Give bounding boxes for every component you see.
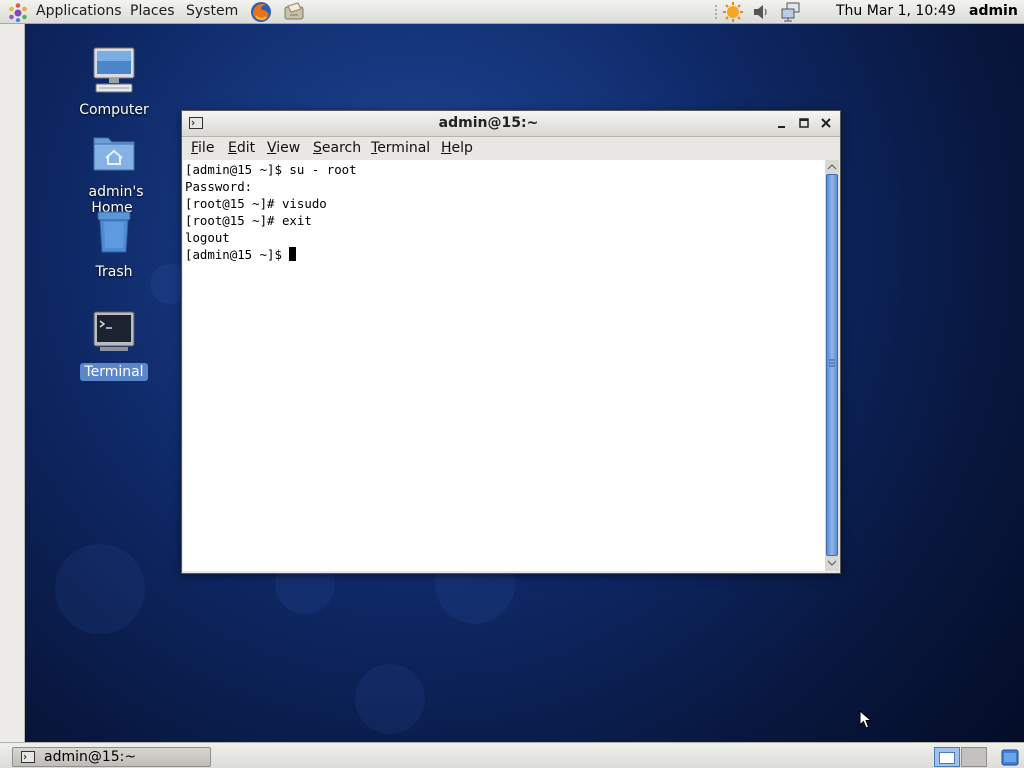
vertical-scrollbar[interactable] bbox=[825, 160, 839, 571]
minimize-icon[interactable] bbox=[775, 116, 789, 130]
scroll-up-icon[interactable] bbox=[827, 163, 837, 171]
help-menu[interactable]: Help bbox=[441, 140, 473, 156]
applications-menu[interactable]: Applications bbox=[36, 3, 122, 19]
file-menu[interactable]: File bbox=[191, 140, 214, 156]
desktop-icon-label: Terminal bbox=[80, 363, 148, 381]
desktop-icon-home[interactable]: admin's Home bbox=[64, 128, 164, 216]
terminal-window[interactable]: admin@15:~ File Edit View Search Termina… bbox=[181, 110, 841, 574]
terminal-menu-label: erminal bbox=[377, 140, 431, 156]
trash-icon bbox=[97, 211, 131, 253]
background-bubble bbox=[55, 544, 145, 634]
system-menu[interactable]: System bbox=[186, 3, 238, 19]
terminal-prompt: [admin@15 ~]$ bbox=[185, 247, 290, 262]
user-menu[interactable]: admin bbox=[969, 3, 1018, 19]
help-menu-accel: H bbox=[441, 140, 452, 156]
file-menu-label: ile bbox=[198, 140, 215, 156]
terminal-output[interactable]: [admin@15 ~]$ su - root Password: [root@… bbox=[183, 160, 825, 571]
maximize-icon[interactable] bbox=[797, 116, 811, 130]
top-panel: Applications Places System Thu Mar 1, 10… bbox=[0, 0, 1024, 24]
view-menu-accel: V bbox=[267, 140, 277, 156]
help-menu-label: elp bbox=[451, 140, 473, 156]
scroll-down-icon[interactable] bbox=[827, 559, 837, 567]
search-menu[interactable]: Search bbox=[313, 140, 361, 156]
left-panel-strip bbox=[0, 24, 25, 742]
mouse-pointer-icon bbox=[859, 710, 873, 729]
grip-icon bbox=[829, 359, 835, 367]
workspace-2[interactable] bbox=[961, 747, 987, 767]
terminal-window-icon bbox=[21, 751, 35, 763]
trash-applet-icon[interactable] bbox=[1000, 747, 1020, 767]
computer-icon bbox=[93, 47, 135, 93]
background-bubble bbox=[355, 664, 425, 734]
desktop-icon-label: Computer bbox=[79, 102, 149, 118]
terminal-line: [root@15 ~]# visudo bbox=[185, 196, 327, 211]
places-menu[interactable]: Places bbox=[130, 3, 175, 19]
workspace-1[interactable] bbox=[934, 747, 960, 767]
clock[interactable]: Thu Mar 1, 10:49 bbox=[836, 3, 956, 19]
desktop-icon-computer[interactable]: Computer bbox=[64, 46, 164, 118]
terminal-menubar: File Edit View Search Terminal Help bbox=[182, 137, 840, 159]
home-folder-icon bbox=[93, 137, 135, 171]
workspace-window-thumb bbox=[939, 752, 955, 764]
panel-separator bbox=[715, 5, 717, 19]
terminal-line: Password: bbox=[185, 179, 253, 194]
notes-icon[interactable] bbox=[283, 1, 305, 23]
scrollbar-thumb[interactable] bbox=[826, 174, 838, 556]
desktop-icon-trash[interactable]: Trash bbox=[64, 208, 164, 280]
terminal-menu[interactable]: Terminal bbox=[371, 140, 430, 156]
view-menu[interactable]: View bbox=[267, 140, 300, 156]
terminal-line: logout bbox=[185, 230, 230, 245]
bottom-panel: admin@15:~ bbox=[0, 742, 1024, 768]
edit-menu-accel: E bbox=[228, 140, 237, 156]
search-menu-label: earch bbox=[321, 140, 362, 156]
terminal-line: [admin@15 ~]$ su - root bbox=[185, 162, 357, 177]
volume-icon[interactable] bbox=[750, 1, 772, 23]
edit-menu[interactable]: Edit bbox=[228, 140, 255, 156]
updates-icon[interactable] bbox=[722, 1, 744, 23]
firefox-icon[interactable] bbox=[250, 1, 272, 23]
text-cursor bbox=[289, 247, 297, 261]
view-menu-label: iew bbox=[276, 140, 301, 156]
desktop-icon-label: Trash bbox=[95, 264, 133, 280]
desktop-icon-terminal[interactable]: Terminal bbox=[64, 308, 164, 381]
terminal-line: [root@15 ~]# exit bbox=[185, 213, 312, 228]
gnome-foot-icon[interactable] bbox=[7, 2, 29, 22]
taskbar-window-button[interactable]: admin@15:~ bbox=[12, 747, 211, 767]
edit-menu-label: dit bbox=[236, 140, 256, 156]
network-icon[interactable] bbox=[780, 1, 802, 23]
terminal-prompt-line[interactable]: [admin@15 ~]$ bbox=[185, 246, 297, 263]
terminal-icon bbox=[93, 311, 135, 351]
window-title: admin@15:~ bbox=[438, 115, 539, 131]
window-titlebar[interactable]: admin@15:~ bbox=[182, 111, 840, 137]
search-menu-accel: S bbox=[313, 140, 322, 156]
close-icon[interactable] bbox=[819, 116, 833, 130]
taskbar-window-label: admin@15:~ bbox=[44, 749, 137, 765]
file-menu-accel: F bbox=[191, 140, 199, 156]
